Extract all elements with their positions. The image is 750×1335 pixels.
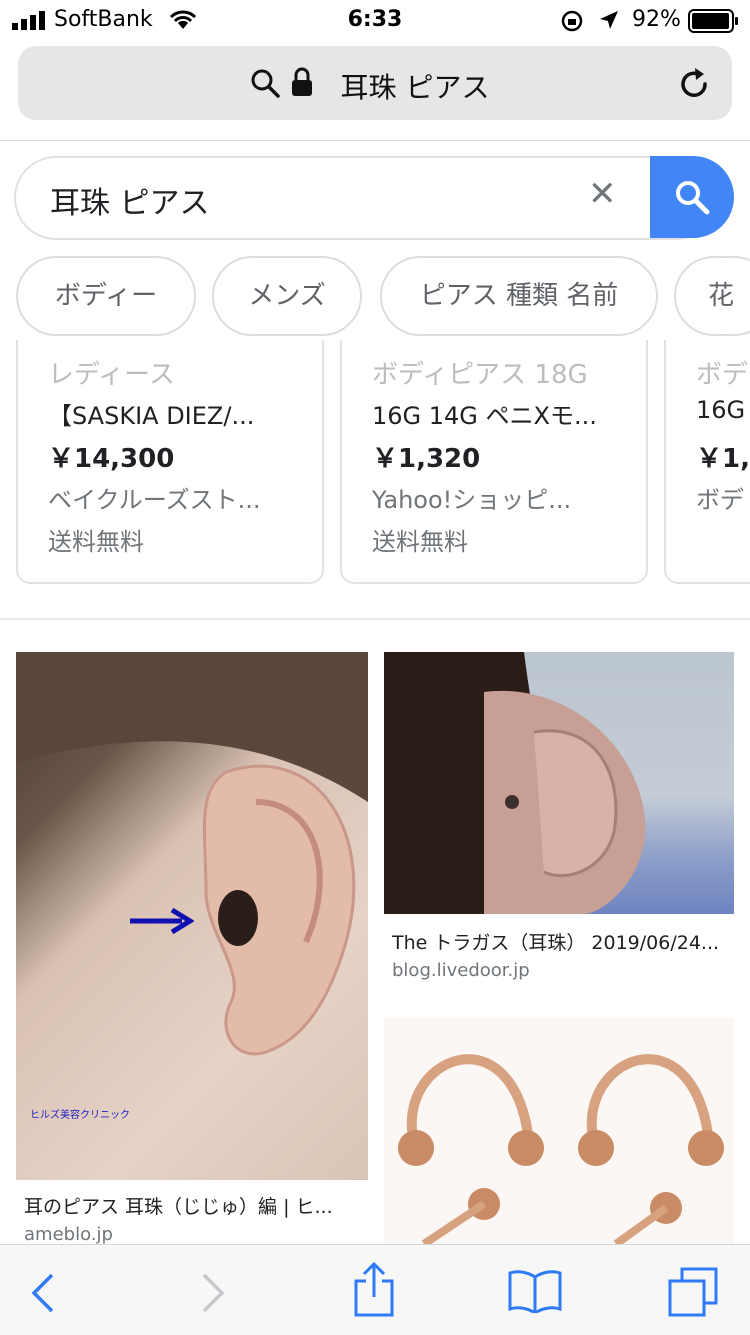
search-query: 耳珠 ピアス — [50, 186, 210, 221]
image-caption-title[interactable]: The トラガス（耳珠） 2019/06/24... — [392, 928, 719, 955]
search-input[interactable]: 耳珠 ピアス ✕ — [14, 156, 718, 240]
search-button[interactable] — [650, 156, 734, 238]
search-icon — [676, 181, 710, 215]
product-store: Yahoo!ショッピ... — [372, 486, 572, 514]
back-icon[interactable] — [30, 1273, 56, 1313]
product-category: レディース — [48, 360, 175, 390]
chip-mens[interactable]: メンズ — [212, 256, 362, 336]
product-title: 16G — [696, 396, 746, 424]
address-bar[interactable]: 耳珠 ピアス — [18, 46, 732, 120]
arrow-icon — [130, 907, 194, 935]
image-caption-title[interactable]: 耳のピアス 耳珠（じじゅ）編 | ヒ... — [24, 1192, 333, 1219]
product-title: 16G 14G ペニXモ... — [372, 402, 597, 430]
product-title: 【SASKIA DIEZ/... — [48, 402, 255, 430]
product-card[interactable]: レディース 【SASKIA DIEZ/... ￥14,300 ベイクルーズスト.… — [16, 340, 324, 584]
tabs-icon[interactable] — [668, 1267, 720, 1317]
reload-icon[interactable] — [676, 66, 712, 102]
forward-icon[interactable] — [200, 1273, 226, 1313]
product-shipping: 送料無料 — [372, 528, 468, 556]
battery-icon — [688, 9, 738, 33]
product-price: ￥1,320 — [372, 444, 481, 474]
location-icon — [600, 11, 618, 29]
product-price: ￥14,300 — [48, 444, 175, 474]
share-icon[interactable] — [352, 1261, 396, 1319]
status-bar: SoftBank 6:33 92% — [0, 0, 750, 40]
image-result-ear-arrow[interactable]: ヒルズ美容クリニック — [16, 652, 368, 1180]
battery-percent: 92% — [632, 7, 681, 32]
image-caption-source: blog.livedoor.jp — [392, 960, 530, 981]
image-watermark: ヒルズ美容クリニック — [30, 1110, 130, 1121]
header-divider — [0, 140, 750, 141]
product-store: ベイクルーズスト... — [48, 486, 261, 514]
clear-icon[interactable]: ✕ — [588, 174, 617, 214]
product-card[interactable]: ボディピアス 18G 16G 14G ペニXモ... ￥1,320 Yahoo!… — [340, 340, 648, 584]
rings-photo — [398, 1054, 724, 1244]
image-result-horseshoe-rings[interactable] — [384, 1018, 734, 1244]
browser-toolbar — [0, 1244, 750, 1335]
rotation-lock-icon — [561, 10, 583, 32]
bookmarks-icon[interactable] — [508, 1269, 562, 1313]
product-store: ボデ — [696, 486, 744, 514]
product-shipping: 送料無料 — [48, 528, 144, 556]
chip-piercing-types[interactable]: ピアス 種類 名前 — [380, 256, 658, 336]
section-divider — [0, 618, 750, 620]
product-price: ￥1,3 — [696, 444, 750, 474]
product-category: ボデ — [696, 360, 749, 390]
chip-flower[interactable]: 花 — [674, 256, 750, 336]
image-result-tragus[interactable] — [384, 652, 734, 914]
product-category: ボディピアス 18G — [372, 360, 588, 390]
address-text: 耳珠 ピアス — [340, 71, 490, 104]
image-caption-source: ameblo.jp — [24, 1224, 113, 1245]
tragus-photo — [384, 652, 646, 914]
chip-body[interactable]: ボディー — [16, 256, 196, 336]
product-card[interactable]: ボデ 16G ￥1,3 ボデ — [664, 340, 750, 584]
